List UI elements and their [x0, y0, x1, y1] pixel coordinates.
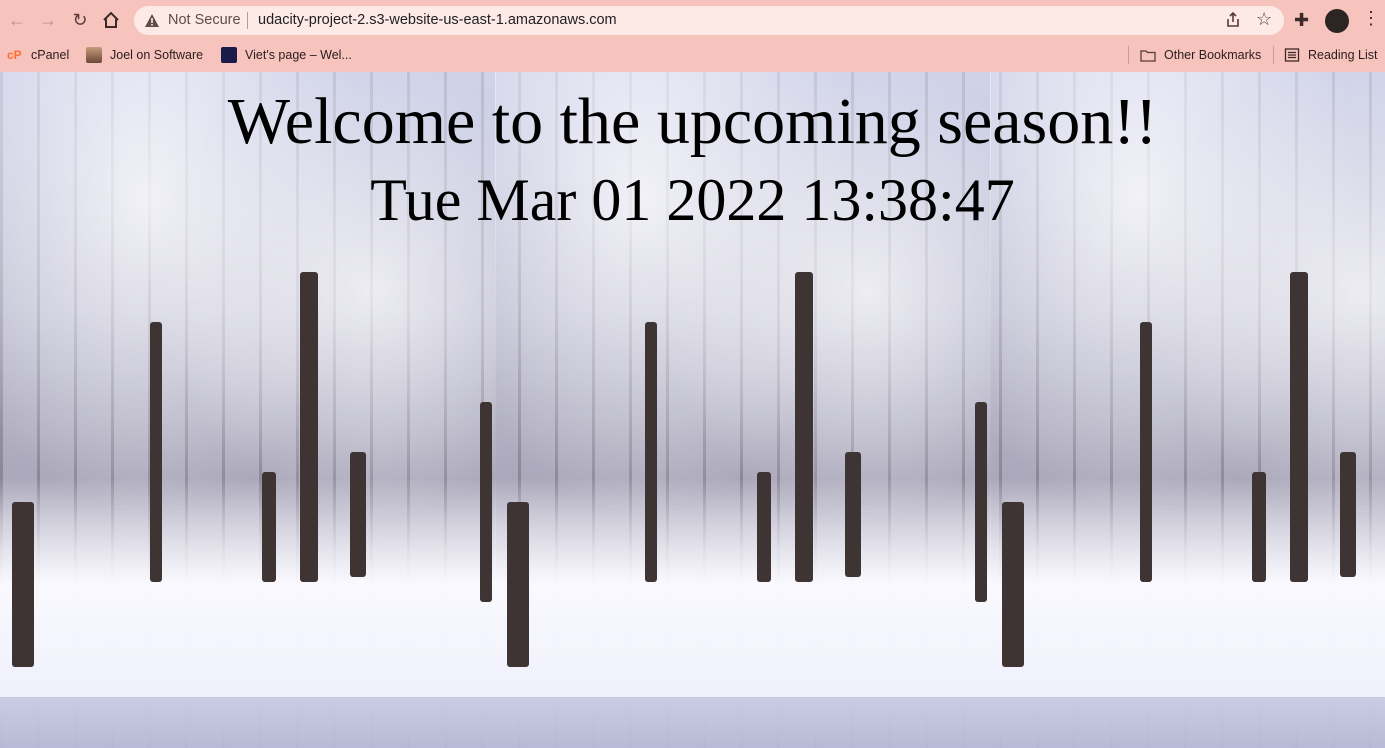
warning-icon	[145, 14, 159, 27]
reading-list-icon	[1284, 48, 1300, 62]
bookmark-viets-page[interactable]: Viet's page – Wel...	[221, 45, 352, 65]
cpanel-icon: cP	[7, 48, 22, 62]
tree-trunk	[300, 272, 318, 582]
folder-icon	[1140, 50, 1156, 62]
security-label[interactable]: Not Secure	[168, 12, 241, 28]
snowy-forest-image	[495, 697, 990, 748]
tree-trunk	[645, 322, 657, 582]
extensions-puzzle-icon[interactable]: ✚	[1294, 10, 1309, 31]
reading-list-button[interactable]: Reading List	[1284, 45, 1378, 65]
home-icon[interactable]	[99, 8, 123, 32]
menu-dots-icon[interactable]: ⋮	[1362, 8, 1380, 29]
tree-trunk	[150, 322, 162, 582]
reading-list-label: Reading List	[1308, 48, 1378, 62]
forward-arrow-icon[interactable]: →	[36, 8, 60, 32]
tree-trunk	[757, 472, 771, 582]
reload-icon[interactable]: ↻	[68, 8, 92, 32]
snowy-forest-image	[0, 697, 495, 748]
bookmark-label: cPanel	[31, 48, 70, 62]
share-icon[interactable]	[1224, 11, 1242, 29]
tree-trunk	[795, 272, 813, 582]
bookmark-star-icon[interactable]: ☆	[1256, 9, 1272, 30]
welcome-heading: Welcome to the upcoming season!!	[227, 85, 1158, 158]
bookmark-cpanel[interactable]: cP cPanel	[7, 45, 69, 65]
joel-avatar-icon	[86, 47, 102, 63]
tree-trunk	[350, 452, 366, 577]
omnibox-separator	[247, 12, 248, 29]
tree-trunk	[1252, 472, 1266, 582]
viet-icon	[221, 47, 237, 63]
bookmark-label: Viet's page – Wel...	[245, 48, 352, 62]
bookmark-label: Joel on Software	[110, 48, 204, 62]
bookmarks-bar: cP cPanel Joel on Software Viet's page –…	[0, 40, 1385, 72]
tree-trunk	[480, 402, 492, 602]
browser-chrome: ← → ↻ Not Secure udacity-project-2.s3-we…	[0, 0, 1385, 72]
snowy-forest-image	[990, 697, 1385, 748]
tree-trunk	[1340, 452, 1356, 577]
bookmark-joel-on-software[interactable]: Joel on Software	[86, 45, 203, 65]
tree-trunk	[262, 472, 276, 582]
url-text[interactable]: udacity-project-2.s3-website-us-east-1.a…	[258, 12, 617, 28]
datetime-heading: Tue Mar 01 2022 13:38:47	[370, 167, 1015, 233]
bookmark-divider	[1273, 46, 1274, 64]
tree-trunk	[12, 502, 34, 667]
tree-trunk	[845, 452, 861, 577]
tree-trunk	[1002, 502, 1024, 667]
other-bookmarks-label: Other Bookmarks	[1164, 48, 1262, 62]
bookmark-divider	[1128, 46, 1129, 64]
tree-trunk	[507, 502, 529, 667]
browser-toolbar: ← → ↻ Not Secure udacity-project-2.s3-we…	[0, 0, 1385, 40]
profile-avatar[interactable]	[1325, 9, 1349, 33]
tree-trunk	[975, 402, 987, 602]
address-bar[interactable]: Not Secure udacity-project-2.s3-website-…	[134, 6, 1284, 35]
back-arrow-icon[interactable]: ←	[5, 8, 29, 32]
other-bookmarks-folder[interactable]: Other Bookmarks	[1140, 45, 1261, 65]
tree-trunk	[1140, 322, 1152, 582]
tree-trunk	[1290, 272, 1308, 582]
